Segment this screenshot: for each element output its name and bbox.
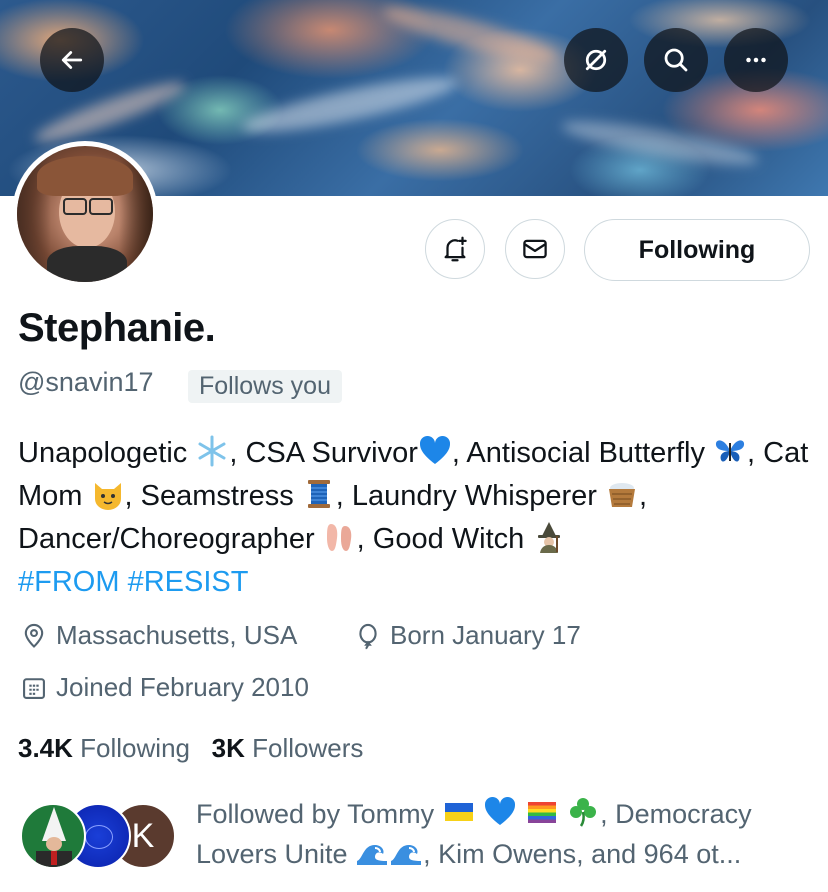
snowflake-emoji-icon <box>195 434 229 468</box>
joined-text: Joined February 2010 <box>56 672 309 702</box>
bio-text: , Antisocial Butterfly <box>451 437 714 469</box>
wave-emoji-icon <box>389 835 423 869</box>
envelope-icon <box>523 239 547 259</box>
butterfly-emoji-icon <box>713 434 747 468</box>
notifications-button[interactable] <box>425 219 485 279</box>
following-button[interactable]: Following <box>584 219 810 281</box>
bio-text: , Good Witch <box>356 523 533 555</box>
avatar-photo <box>17 146 153 282</box>
followed-by-text[interactable]: Followed by Tommy , Democracy Lovers Uni… <box>196 794 796 874</box>
blue-heart-emoji-icon <box>483 795 517 829</box>
message-button[interactable] <box>505 219 565 279</box>
laundry-basket-emoji-icon <box>605 477 639 511</box>
following-count: 3.4K <box>18 733 73 763</box>
followers-stat[interactable]: 3K Followers <box>212 733 364 763</box>
birthday: Born January 17 <box>354 620 581 651</box>
location-text: Massachusetts, USA <box>56 620 298 650</box>
more-button[interactable] <box>724 28 788 92</box>
rainbow-flag-emoji-icon <box>525 795 559 829</box>
shamrock-emoji-icon <box>566 795 600 829</box>
location-pin-icon <box>24 623 44 648</box>
followers-count: 3K <box>211 733 245 763</box>
followed-by-avatars[interactable]: K <box>20 803 176 869</box>
bio-text: , CSA Survivor <box>229 437 418 469</box>
bell-plus-icon <box>444 236 467 262</box>
display-name: Stephanie. <box>18 306 216 350</box>
wave-emoji-icon <box>355 835 389 869</box>
following-stat[interactable]: 3.4K Following <box>18 733 190 763</box>
hashtag-link[interactable]: #FROM <box>18 566 120 598</box>
bio-text: , Laundry Whisperer <box>335 480 605 512</box>
more-dots-icon <box>746 57 766 63</box>
bio-text: Unapologetic <box>18 437 196 469</box>
search-icon <box>664 48 688 72</box>
followers-label: Followers <box>252 733 364 763</box>
location: Massachusetts, USA <box>20 620 297 651</box>
arrow-left-icon <box>61 51 83 69</box>
ukraine-flag-emoji-icon <box>442 795 476 829</box>
follower-avatar <box>20 803 86 869</box>
profile-avatar[interactable] <box>12 141 158 287</box>
calendar-icon <box>23 677 45 699</box>
back-button[interactable] <box>40 28 104 92</box>
following-label: Following <box>80 733 190 763</box>
joined-date: Joined February 2010 <box>20 672 309 703</box>
cat-emoji-icon <box>91 477 125 511</box>
handle: @snavin17 <box>18 367 154 397</box>
grok-icon <box>585 49 607 71</box>
thread-spool-emoji-icon <box>302 477 336 511</box>
birthday-text: Born January 17 <box>390 620 581 650</box>
follow-stats: 3.4K Following 3K Followers <box>18 733 363 764</box>
ballet-shoes-emoji-icon <box>323 520 357 554</box>
search-button[interactable] <box>644 28 708 92</box>
follows-you-badge: Follows you <box>188 370 342 403</box>
bio: Unapologetic , CSA Survivor , Antisocial … <box>18 432 818 604</box>
bio-text: , Seamstress <box>124 480 302 512</box>
blue-heart-emoji-icon <box>418 434 452 468</box>
witch-emoji-icon <box>532 520 566 554</box>
hashtag-link[interactable]: #RESIST <box>128 566 249 598</box>
balloon-icon <box>359 623 377 649</box>
grok-button[interactable] <box>564 28 628 92</box>
